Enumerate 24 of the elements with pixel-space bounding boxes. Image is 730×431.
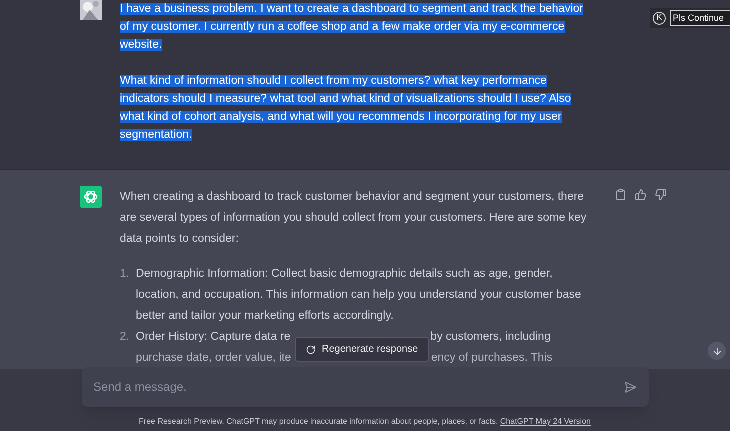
arrow-down-icon <box>712 346 722 356</box>
clipboard-icon[interactable] <box>615 189 627 201</box>
prompt-field[interactable]: Pls Continue <box>670 10 730 26</box>
message-text: What kind of information should I collect from my customers? what key performance indicators should I measure? what tool and what kind of visualizations should I use? Also what kind of cohort analysis, and what will you recommends I incorporating for my user segmentation. <box>120 74 572 143</box>
list-item-text: Demographic Information: Collect basic demographic details such as age, gender, location, and occupation. This information can help you understand your customer base better and tailor your marketing efforts accordingly. <box>136 267 582 324</box>
thumbs-up-icon[interactable] <box>635 189 647 201</box>
knot-icon <box>80 186 102 208</box>
list-item-text: ency of purchases. This <box>431 351 553 366</box>
version-link[interactable]: ChatGPT May 24 Version <box>500 417 591 426</box>
list-item-text: purchase date, order value, ite <box>136 351 292 366</box>
message-text: When creating a dashboard to track customer behavior and segment your customers, there are several types of information you should collect from your customers. Here are some key data points to consider: <box>120 190 588 247</box>
message-input[interactable]: Send a message. <box>94 378 624 396</box>
message-field[interactable]: Send a message. <box>82 367 648 407</box>
list-item-text: by customers, including <box>430 330 551 345</box>
list-number: 1. <box>120 267 131 282</box>
list-number: 2. <box>120 330 131 345</box>
regenerate-button[interactable]: Regenerate response <box>295 337 430 362</box>
refresh-icon <box>306 344 316 354</box>
extension-badge[interactable]: K <box>653 12 666 24</box>
send-icon[interactable] <box>624 380 636 394</box>
footer-text: Free Research Preview. ChatGPT may produce inaccurate information about people, places, or facts. ChatGPT May 24 Version <box>139 416 591 428</box>
scroll-down-button[interactable] <box>708 342 726 360</box>
thumbs-down-icon[interactable] <box>655 189 667 201</box>
list-item-text: Order History: Capture data re <box>136 330 291 345</box>
